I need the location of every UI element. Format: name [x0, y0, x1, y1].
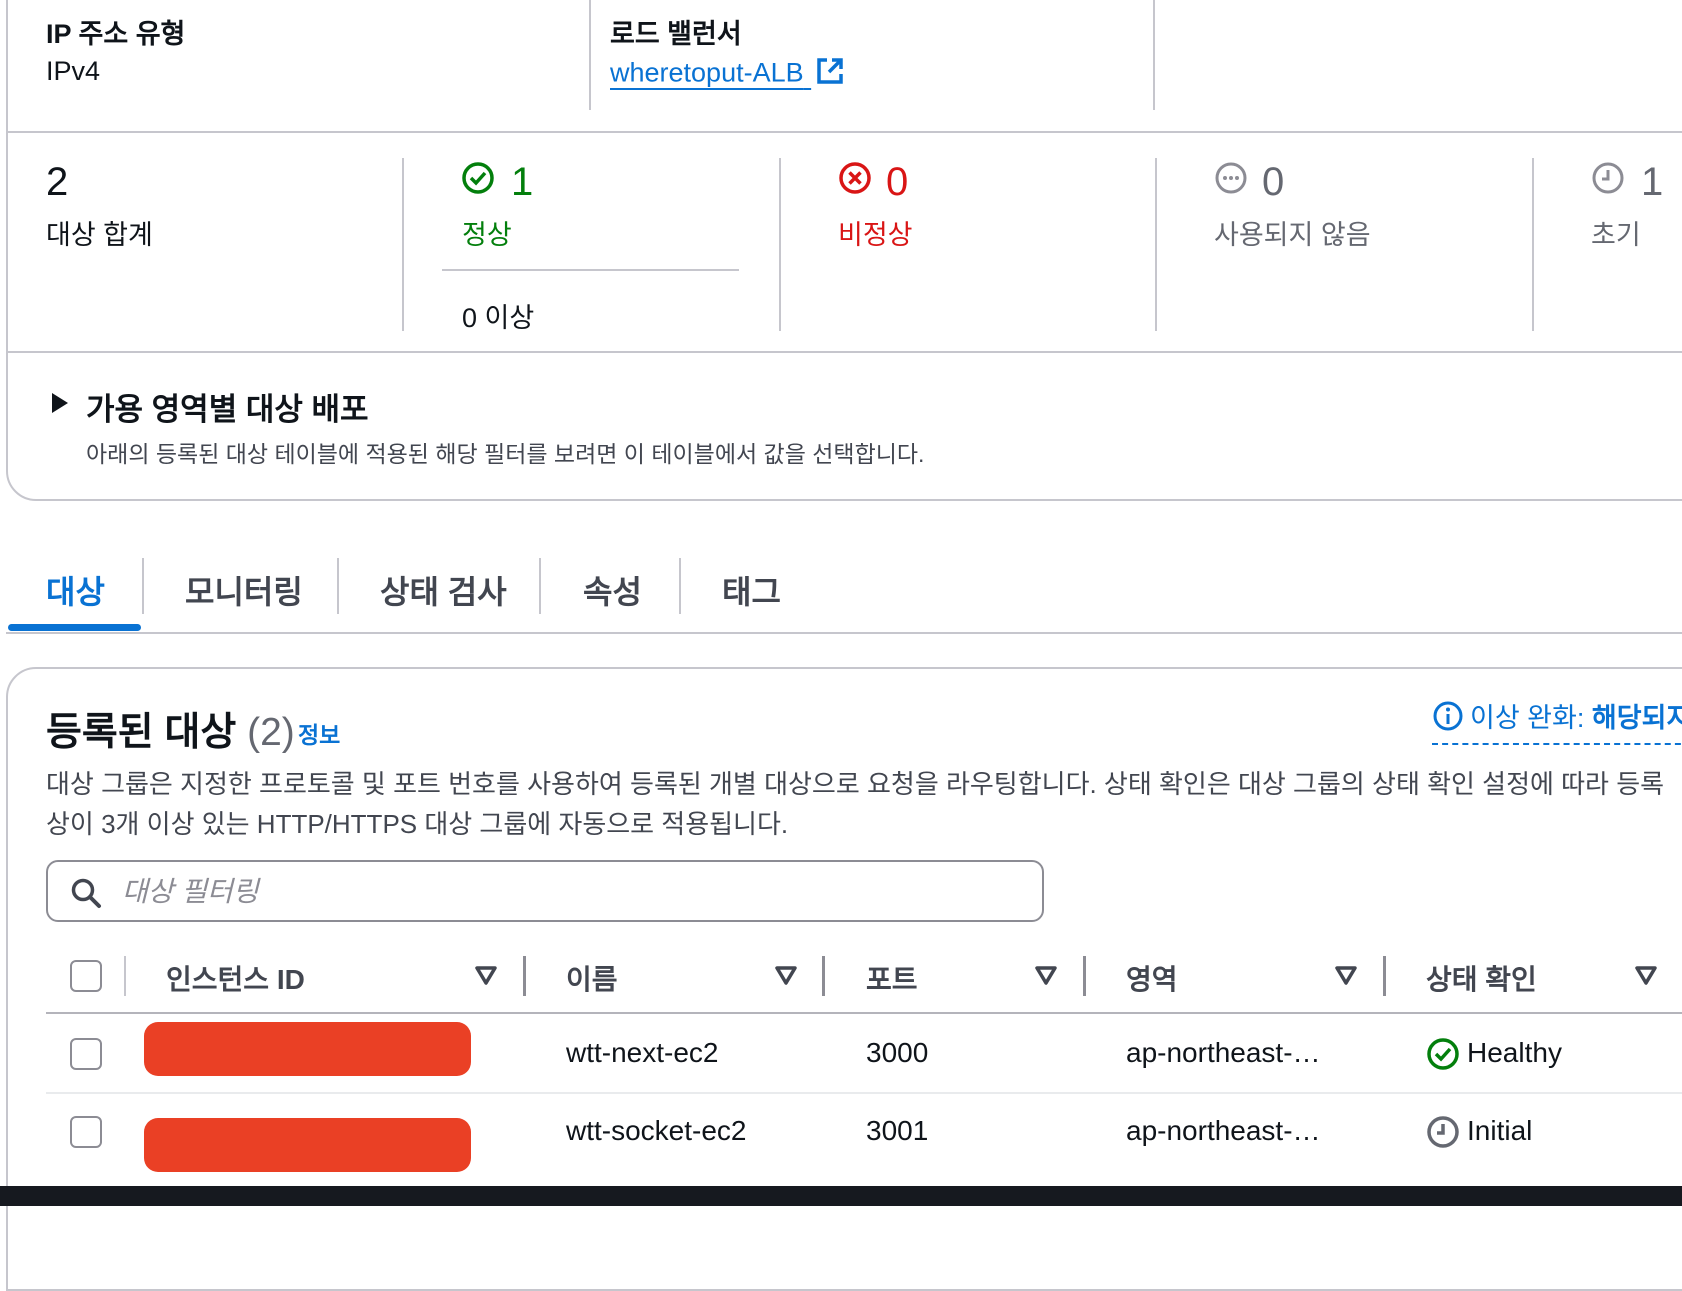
az-distribution-description: 아래의 등록된 대상 테이블에 적용된 해당 필터를 보려면 이 테이블에서 값…	[86, 441, 925, 467]
registered-targets-description-1: 대상 그룹은 지정한 프로토콜 및 포트 번호를 사용하여 등록된 개별 대상으…	[46, 769, 1665, 799]
initial-count: 1	[1641, 160, 1664, 204]
load-balancer-link-text: wheretoput-ALB	[610, 57, 804, 88]
sort-caret-icon[interactable]	[1335, 966, 1357, 986]
column-header-name[interactable]: 이름	[566, 958, 618, 998]
row-divider	[46, 1092, 1682, 1094]
target-name: wtt-next-ec2	[566, 1037, 719, 1068]
az-distribution-expander[interactable]	[50, 391, 70, 420]
anomaly-mitigation-value: 해당되지	[1591, 703, 1682, 733]
search-icon	[70, 877, 102, 914]
tabs-divider	[6, 632, 1682, 634]
anomalous-count: 0 이상	[462, 303, 535, 333]
unused-filter-link[interactable]: 사용되지 않음	[1214, 213, 1371, 252]
unused-count: 0	[1262, 160, 1285, 204]
anomaly-mitigation-label: 이상 완화:	[1470, 703, 1585, 733]
column-header-health-status[interactable]: 상태 확인	[1426, 958, 1537, 998]
column-header-port[interactable]: 포트	[866, 958, 918, 998]
unused-ellipsis-icon	[1214, 161, 1248, 200]
health-status: Initial	[1467, 1115, 1533, 1146]
tab-separator	[337, 558, 339, 614]
healthy-check-icon	[1426, 1037, 1460, 1076]
info-icon	[1432, 700, 1464, 739]
unhealthy-filter-link[interactable]: 비정상	[838, 213, 913, 252]
healthy-filter-link[interactable]: 정상	[462, 213, 512, 252]
redacted-instance-id	[144, 1118, 471, 1172]
tab-separator	[142, 558, 144, 614]
target-zone: ap-northeast-…	[1126, 1115, 1321, 1146]
divider	[1155, 158, 1157, 331]
total-label: 대상 합계	[46, 220, 153, 250]
load-balancer-label: 로드 밸런서	[610, 19, 742, 49]
section-divider	[6, 131, 1682, 133]
divider	[779, 158, 781, 331]
tab-separator	[539, 558, 541, 614]
sort-caret-icon[interactable]	[475, 966, 497, 986]
load-balancer-link[interactable]: wheretoput-ALB	[610, 56, 845, 93]
tab-targets[interactable]: 대상	[46, 567, 105, 613]
column-resize-handle[interactable]	[1383, 956, 1386, 996]
target-port: 3001	[866, 1115, 929, 1146]
target-port: 3000	[866, 1037, 929, 1068]
row-select-checkbox[interactable]	[70, 1038, 102, 1070]
search-input[interactable]	[120, 868, 1024, 916]
az-distribution-title[interactable]: 가용 영역별 대상 배포	[86, 384, 369, 429]
ip-type-value: IPv4	[46, 56, 101, 86]
select-all-checkbox[interactable]	[70, 960, 102, 992]
tab-tags[interactable]: 태그	[722, 567, 781, 613]
target-name: wtt-socket-ec2	[566, 1115, 747, 1146]
divider	[442, 269, 739, 271]
row-select-checkbox[interactable]	[70, 1116, 102, 1148]
caret-right-icon	[52, 393, 68, 413]
target-filter	[46, 860, 1044, 922]
redacted-instance-id	[144, 1022, 471, 1076]
info-link[interactable]: 정보	[298, 716, 340, 750]
unhealthy-x-icon	[838, 161, 872, 200]
total-count: 2	[46, 160, 69, 204]
table-header-divider	[46, 1012, 1682, 1014]
ip-type-label: IP 주소 유형	[46, 19, 186, 49]
column-resize-handle[interactable]	[1083, 956, 1086, 996]
health-status: Healthy	[1467, 1037, 1562, 1068]
tab-health-checks[interactable]: 상태 검사	[380, 567, 507, 613]
tab-attributes[interactable]: 속성	[583, 567, 642, 613]
divider	[1532, 158, 1534, 331]
sort-caret-icon[interactable]	[1635, 966, 1657, 986]
column-header-zone[interactable]: 영역	[1126, 958, 1178, 998]
registered-targets-description-2: 상이 3개 이상 있는 HTTP/HTTPS 대상 그룹에 자동으로 적용됩니다…	[46, 809, 789, 839]
divider	[1153, 0, 1155, 110]
divider	[402, 158, 404, 331]
initial-clock-icon	[1426, 1115, 1460, 1154]
divider	[589, 0, 591, 110]
sort-caret-icon[interactable]	[775, 966, 797, 986]
unhealthy-count: 0	[886, 160, 909, 204]
initial-filter-link[interactable]: 초기	[1591, 213, 1641, 252]
healthy-check-icon	[461, 161, 495, 200]
anomaly-mitigation-popover[interactable]: 이상 완화: 해당되지	[1432, 696, 1682, 746]
tab-separator	[679, 558, 681, 614]
sort-caret-icon[interactable]	[1035, 966, 1057, 986]
column-resize-handle[interactable]	[523, 956, 526, 996]
healthy-count: 1	[511, 160, 534, 204]
initial-clock-icon	[1591, 161, 1625, 200]
active-tab-indicator	[8, 624, 141, 631]
bottom-bar	[0, 1186, 1682, 1206]
tab-monitoring[interactable]: 모니터링	[185, 567, 303, 613]
target-zone: ap-northeast-…	[1126, 1037, 1321, 1068]
external-link-icon	[815, 56, 845, 93]
column-resize-handle[interactable]	[822, 956, 825, 996]
registered-targets-title-text: 등록된 대상	[46, 711, 237, 754]
section-divider	[6, 351, 1682, 353]
registered-targets-count: (2)	[247, 711, 295, 754]
registered-targets-title: 등록된 대상 (2)	[46, 701, 295, 757]
column-header-instance-id[interactable]: 인스턴스 ID	[166, 958, 305, 998]
column-separator	[124, 956, 126, 996]
